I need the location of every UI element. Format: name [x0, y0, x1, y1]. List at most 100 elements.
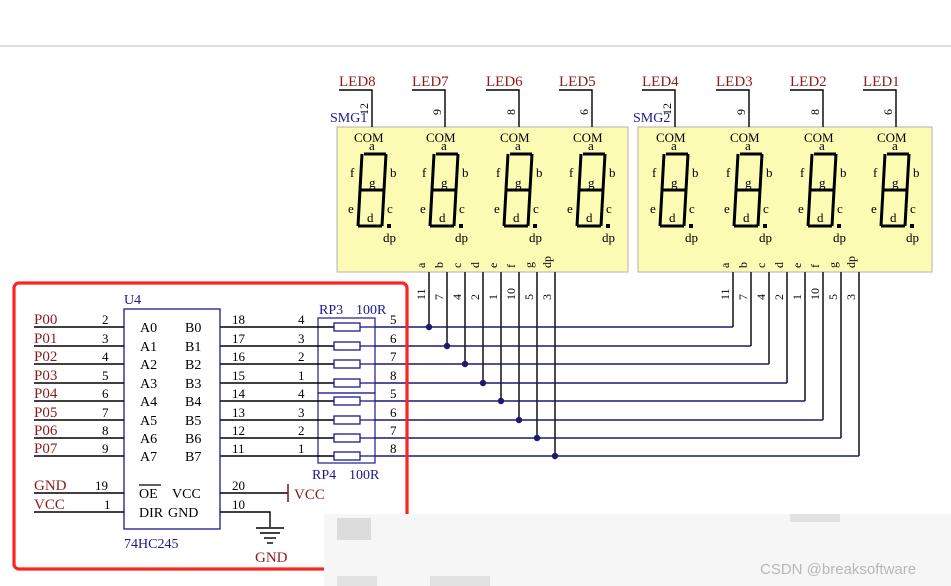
resistor-pin-right: 7 — [390, 349, 397, 364]
u4-b-pin-number: 18 — [232, 312, 245, 327]
smg2-segment-pin-name: d — [772, 262, 786, 268]
resistor-body — [333, 433, 361, 443]
smg1-segment-pin-5: e1 — [486, 263, 502, 401]
smg2-segment-pin-number: 1 — [790, 294, 804, 300]
smg2-digit-3-dot — [837, 224, 841, 228]
smg1-segment-pin-number: 2 — [468, 294, 482, 300]
smg1-digit-4-label-d: d — [586, 210, 593, 225]
smg1-digit-2-segment-e — [428, 189, 434, 227]
u4-b-pin-name: B5 — [185, 414, 201, 429]
smg1-segment-pin-number: 11 — [414, 288, 428, 300]
blurred-glyph-3 — [430, 576, 490, 586]
smg1-segment-pin-number: 3 — [540, 294, 554, 300]
smg2-led-pin-number: 6 — [881, 109, 895, 115]
smg2-segment-pin-number: 7 — [736, 294, 750, 300]
smg1-digit-2-label-d: d — [439, 210, 446, 225]
smg1-segment-pin-name: d — [468, 262, 482, 268]
rp4-resistor-2: 36 — [220, 405, 397, 425]
u4-vcc-name: VCC — [172, 487, 201, 502]
smg2-led-net-label: LED3 — [716, 74, 753, 90]
smg2-led-pin-number: 8 — [808, 109, 822, 115]
smg2-digit-2-segment-c — [756, 189, 762, 227]
smg1-digit-4-dot — [606, 224, 610, 228]
smg2-digit-4-label-dp: dp — [906, 230, 919, 245]
u4-vcc-pin: 20 — [232, 478, 245, 493]
smg2-segment-pin-3: c4 — [754, 263, 770, 364]
resistor-pin-right: 8 — [390, 441, 397, 456]
smg1-digit-4-label-f: f — [569, 165, 574, 180]
smg1-digit-4-label-dp: dp — [602, 230, 615, 245]
smg1-led-wire — [486, 89, 520, 127]
u4-a-pin-name: A3 — [140, 377, 157, 392]
smg1-digit-1-segment-e — [356, 189, 362, 227]
junction-dot-7 — [533, 434, 541, 442]
smg1-digit-4-segment-c — [599, 189, 605, 227]
resistor-body — [333, 451, 361, 461]
u4-net-label: P05 — [34, 405, 57, 421]
smg2-digit-4-segment-b — [905, 153, 911, 191]
blurred-glyph-1 — [337, 518, 371, 540]
ic-u4: U4 74HC245 P00 2A0 B018P01 3A1 B117P02 4A2 B21… — [34, 293, 246, 552]
smg2-digit-2-label-a: a — [745, 138, 751, 153]
smg2-segment-pin-number: 4 — [754, 294, 768, 300]
smg2-segment-pin-4: d2 — [772, 262, 788, 383]
junction-dot-8 — [551, 452, 559, 460]
smg1-led-net-label: LED7 — [412, 74, 449, 90]
smg2-digit-1-label-c: c — [689, 201, 695, 216]
smg2-segment-pin-8: dp 3 — [844, 256, 860, 456]
resistor-pin-left: 2 — [298, 349, 305, 364]
smg2-segment-pin-name: g — [826, 262, 840, 268]
smg1-digit-3-segment-c — [526, 189, 532, 227]
smg1-segment-pin-name: c — [450, 263, 464, 268]
smg2-segment-pin-name: a — [718, 262, 732, 268]
junction-dot-4 — [479, 379, 487, 387]
u4-b-pin-name: B0 — [185, 321, 201, 336]
u4-net-label: P04 — [34, 386, 58, 402]
smg1-segment-pin-number: 1 — [486, 294, 500, 300]
smg1-digit-3-label-d: d — [513, 210, 520, 225]
smg1-digit-4-label-g: g — [588, 175, 595, 190]
resistor-pin-right: 6 — [390, 405, 397, 420]
smg1-digit-3-label-e: e — [494, 201, 500, 216]
resistor-pin-left: 4 — [298, 312, 305, 327]
smg1-segment-pin-8: dp 3 — [540, 256, 556, 456]
u4-b-pin-name: B7 — [185, 450, 201, 465]
rp4-resistor-4: 18 — [220, 441, 397, 461]
u4-net-label: P07 — [34, 441, 58, 457]
smg1-segment-pins: a11b7c4d2e1f10g5dp3 — [414, 256, 556, 456]
smg1-digit-4-segment-e — [575, 189, 581, 227]
smg1-led-pin-number: 9 — [430, 109, 444, 115]
smg1-digit-2-segment-f — [430, 153, 436, 191]
u4-a-pin-number: 9 — [102, 441, 109, 456]
resistor-body — [333, 378, 361, 388]
smg2-segment-pin-name: dp — [844, 256, 858, 268]
resistor-pin-left: 3 — [298, 331, 305, 346]
smg2-led-wire — [716, 89, 750, 127]
smg2-led-net-label: LED1 — [863, 74, 900, 90]
smg1-digit-2-label-dp: dp — [455, 230, 468, 245]
resistor-pin-right: 5 — [390, 312, 397, 327]
smg2-digit-3-label-e: e — [798, 201, 804, 216]
smg2-digit-4-label-f: f — [873, 165, 878, 180]
smg1-segment-pin-number: 7 — [432, 294, 446, 300]
smg2-digit-1-dot — [689, 224, 693, 228]
smg1-segment-pin-number: 4 — [450, 294, 464, 300]
smg1-led-pin-number: 6 — [577, 109, 591, 115]
smg1-digit-3-label-dp: dp — [529, 230, 542, 245]
smg1-digit-2-label-c: c — [459, 201, 465, 216]
resistor-body — [333, 341, 361, 351]
vcc-net-label: VCC — [294, 487, 325, 503]
smg2-digit-1-segment-f — [660, 153, 666, 191]
u4-net-label: P06 — [34, 423, 58, 439]
smg2-segment-pin-name: e — [790, 263, 804, 268]
rp3-value: 100R — [356, 303, 387, 318]
smg1-digit-4-label-c: c — [606, 201, 612, 216]
u4-a-pin-number: 7 — [102, 405, 109, 420]
smg1-led-lead-3: LED6 8 — [486, 74, 523, 127]
smg2-segment-pin-number: 11 — [718, 288, 732, 300]
smg2-digit-3-label-g: g — [819, 175, 826, 190]
smg2-segment-pin-number: 3 — [844, 294, 858, 300]
resistor-pin-right: 6 — [390, 331, 397, 346]
blurred-glyph-4 — [790, 514, 840, 522]
display-module-smg1: SMG1 COMabcdefgdpCOMabcdefgdpCOMabcdefgd… — [330, 74, 629, 273]
